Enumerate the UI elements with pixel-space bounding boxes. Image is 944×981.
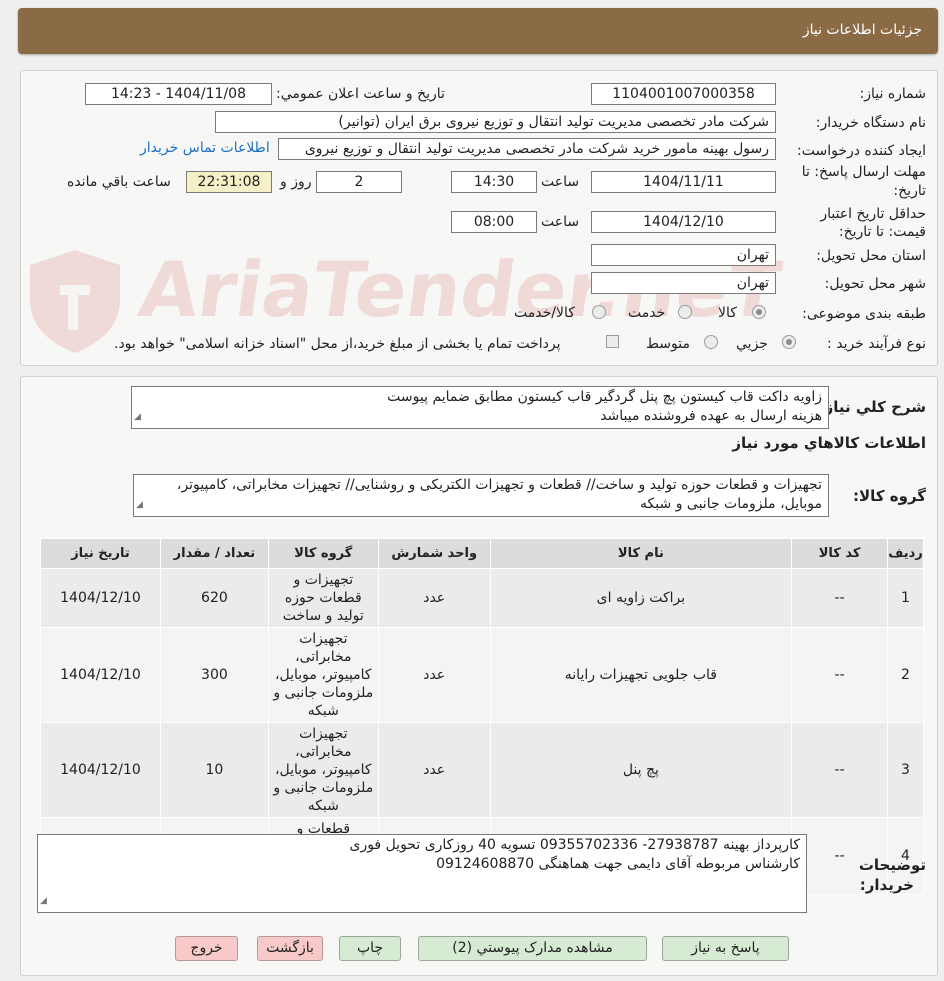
delivery-city-field: تهران	[591, 272, 776, 294]
price-validity-time-label: ساعت	[541, 214, 580, 230]
table-row: 2 -- قاب جلویی تجهیزات رایانه عدد تجهیزا…	[40, 627, 924, 723]
purchase-type-radio-minor[interactable]	[782, 335, 796, 349]
cell-date: 1404/12/10	[40, 722, 161, 818]
page-title: جزئیات اطلاعات نیاز	[802, 22, 922, 38]
header-qty: تعداد / مقدار	[159, 538, 269, 569]
deadline-days-field: 2	[316, 171, 402, 193]
cell-name: پچ پنل	[489, 722, 793, 818]
price-validity-label-line2: قیمت: تا تاریخ:	[838, 224, 926, 240]
category-option-goods-service: کالا/خدمت	[514, 305, 575, 321]
general-description-label: شرح کلي نياز:	[818, 398, 926, 416]
delivery-city-label: شهر محل تحویل:	[824, 276, 926, 292]
table-row: 1 -- براکت زاویه ای عدد تجهیزات و قطعات …	[40, 568, 924, 628]
cell-group: تجهیزات مخابراتی، کامپیوتر، موبایل، ملزو…	[267, 627, 379, 723]
delivery-province-field: تهران	[591, 244, 776, 266]
reply-button[interactable]: پاسخ به نياز	[662, 936, 789, 961]
cell-qty: 300	[159, 627, 269, 723]
category-radio-goods-service[interactable]	[592, 305, 606, 319]
header-group: گروه کالا	[267, 538, 379, 569]
general-description-line1: زاویه داکت قاب کیستون پچ پنل گردگیر قاب …	[387, 389, 822, 405]
cell-qty: 620	[159, 568, 269, 628]
remaining-time-label: ساعت باقي مانده	[67, 174, 171, 190]
category-radio-service[interactable]	[678, 305, 692, 319]
treasury-bonds-checkbox[interactable]	[606, 335, 619, 348]
resize-grip-icon[interactable]: ◢	[134, 408, 141, 427]
price-validity-time-field: 08:00	[451, 211, 537, 233]
price-validity-label-line1: حداقل تاریخ اعتبار	[820, 206, 926, 222]
purchase-type-option-minor: جزیي	[736, 336, 768, 352]
delivery-province-label: استان محل تحویل:	[816, 248, 926, 264]
cell-unit: عدد	[377, 627, 491, 723]
cell-row-number: 2	[887, 627, 924, 723]
buyer-org-field: شرکت مادر تخصصی مدیریت تولید انتقال و تو…	[215, 111, 776, 133]
header-row-number: رديف	[887, 538, 924, 569]
table-header-row: رديف کد کالا نام کالا واحد شمارش گروه کا…	[40, 538, 924, 569]
table-row: 3 -- پچ پنل عدد تجهیزات مخابراتی، کامپیو…	[40, 722, 924, 818]
deadline-label-line1: مهلت ارسال پاسخ: تا	[801, 164, 926, 180]
goods-group-line1: تجهیزات و قطعات حوزه تولید و ساخت// قطعا…	[176, 477, 822, 493]
resize-grip-icon[interactable]: ◢	[40, 892, 47, 911]
category-label: طبقه بندی موضوعی:	[802, 306, 926, 322]
deadline-days-label: روز و	[280, 174, 312, 190]
print-button[interactable]: چاپ	[339, 936, 401, 961]
cell-name: قاب جلویی تجهیزات رایانه	[489, 627, 793, 723]
exit-button[interactable]: خروج	[175, 936, 238, 961]
purchase-type-radio-medium[interactable]	[704, 335, 718, 349]
treasury-bonds-note: پرداخت تمام یا بخشی از مبلغ خرید،از محل …	[114, 336, 561, 352]
buyer-contact-link[interactable]: اطلاعات تماس خريدار	[140, 140, 270, 156]
need-number-label: شماره نیاز:	[859, 86, 927, 102]
page-header: جزئیات اطلاعات نیاز	[18, 8, 938, 54]
goods-group-line2: موبایل، ملزومات جانبی و شبکه	[640, 496, 822, 512]
cell-group: تجهیزات مخابراتی، کامپیوتر، موبایل، ملزو…	[267, 722, 379, 818]
general-description-textarea[interactable]: زاویه داکت قاب کیستون پچ پنل گردگیر قاب …	[131, 386, 829, 429]
requester-field: رسول بهینه مامور خرید شرکت مادر تخصصی مد…	[278, 138, 776, 160]
header-date: تاریخ نیاز	[40, 538, 161, 569]
cell-date: 1404/12/10	[40, 627, 161, 723]
purchase-type-option-medium: متوسط	[646, 336, 690, 352]
cell-group: تجهیزات و قطعات حوزه تولید و ساخت	[267, 568, 379, 628]
deadline-date-field: 1404/11/11	[591, 171, 776, 193]
cell-unit: عدد	[377, 722, 491, 818]
price-validity-date-field: 1404/12/10	[591, 211, 776, 233]
cell-name: براکت زاویه ای	[489, 568, 793, 628]
back-button[interactable]: بازگشت	[257, 936, 323, 961]
purchase-type-label: نوع فرآیند خرید :	[827, 336, 926, 352]
category-option-goods: کالا	[718, 305, 737, 321]
cell-qty: 10	[159, 722, 269, 818]
header-unit: واحد شمارش	[377, 538, 491, 569]
cell-code: --	[791, 568, 889, 628]
cell-code: --	[791, 627, 889, 723]
requester-label: ايجاد کننده درخواست:	[797, 143, 926, 159]
goods-group-label: گروه کالا:	[853, 487, 926, 505]
category-option-service: خدمت	[628, 305, 666, 321]
remaining-time-field: 22:31:08	[186, 171, 272, 193]
buyer-notes-label-line1: توضیحات	[858, 856, 926, 874]
deadline-time-label: ساعت	[541, 174, 580, 190]
announce-datetime-field: 1404/11/08 - 14:23	[85, 83, 272, 105]
cell-unit: عدد	[377, 568, 491, 628]
buyer-notes-label-line2: خریدار:	[859, 876, 914, 894]
resize-grip-icon[interactable]: ◢	[136, 496, 143, 515]
goods-group-textarea[interactable]: تجهیزات و قطعات حوزه تولید و ساخت// قطعا…	[133, 474, 829, 517]
cell-date: 1404/12/10	[40, 568, 161, 628]
buyer-notes-line2: کارشناس مربوطه آقای دایمی جهت هماهنگی 09…	[436, 856, 800, 872]
cell-row-number: 1	[887, 568, 924, 628]
category-radio-goods[interactable]	[752, 305, 766, 319]
cell-code: --	[791, 722, 889, 818]
need-number-field: 1104001007000358	[591, 83, 776, 105]
header-name: نام کالا	[489, 538, 793, 569]
deadline-label-line2: تاریخ:	[893, 183, 926, 199]
buyer-notes-textarea[interactable]: کارپرداز بهینه 27938787- 09355702336 تسو…	[37, 834, 807, 913]
cell-row-number: 3	[887, 722, 924, 818]
buyer-notes-line1: کارپرداز بهینه 27938787- 09355702336 تسو…	[349, 837, 800, 853]
buyer-org-label: نام دستگاه خريدار:	[815, 115, 926, 131]
header-code: کد کالا	[791, 538, 889, 569]
general-description-line2: هزینه ارسال به عهده فروشنده میباشد	[600, 408, 822, 424]
view-attachments-button[interactable]: مشاهده مدارک پيوستي (2)	[418, 936, 647, 961]
deadline-time-field: 14:30	[451, 171, 537, 193]
goods-info-title: اطلاعات کالاهاي مورد نياز	[732, 434, 926, 452]
announce-datetime-label: تاریخ و ساعت اعلان عمومي:	[276, 86, 445, 102]
